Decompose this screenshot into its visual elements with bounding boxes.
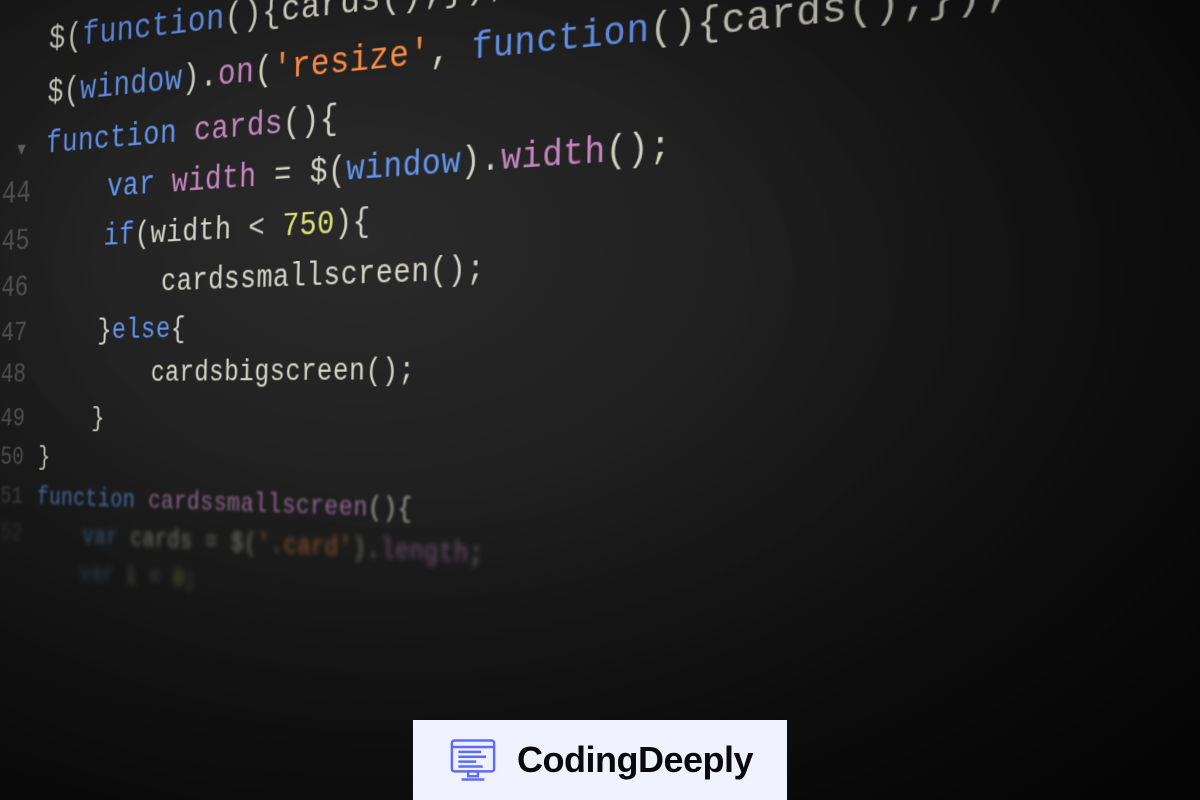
code-content[interactable]: }else{ (41, 307, 187, 356)
line-number (0, 573, 35, 577)
line-number: 52 (0, 515, 37, 554)
line-number: 47 (0, 311, 42, 356)
line-number: ▼ (0, 135, 47, 168)
watermark-text: CodingDeeply (517, 739, 753, 781)
code-content[interactable]: cardsbigscreen(); (40, 349, 416, 398)
code-editor[interactable]: $(function(){cards();}); $(window).on('r… (0, 0, 1200, 697)
line-number: 50 (0, 438, 39, 479)
line-number (0, 49, 49, 56)
watermark-banner: CodingDeeply (413, 720, 787, 800)
line-number: 45 (0, 218, 44, 268)
line-number: ▼46 (0, 265, 43, 313)
code-content[interactable]: } (39, 398, 106, 440)
line-number: 51 (0, 477, 38, 517)
fold-down-icon[interactable]: ▼ (17, 137, 26, 166)
line-number: ▼44 (0, 169, 46, 222)
line-number (0, 102, 47, 108)
line-number: 49 (0, 398, 40, 439)
line-number: ▼48 (0, 355, 41, 398)
code-content[interactable]: var i = 0; (35, 554, 197, 600)
monitor-code-icon (447, 734, 499, 786)
code-content[interactable]: } (38, 439, 51, 479)
